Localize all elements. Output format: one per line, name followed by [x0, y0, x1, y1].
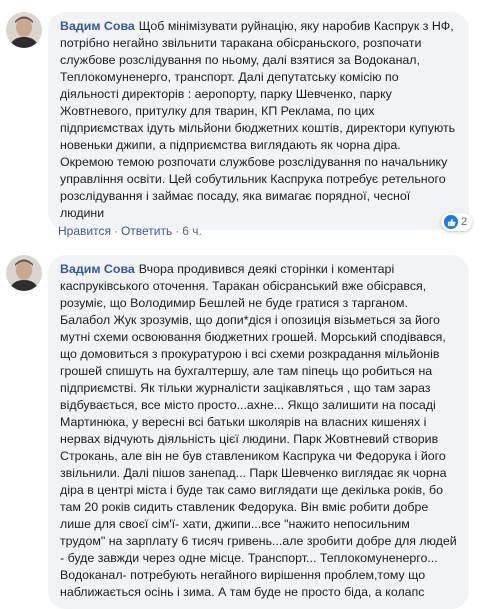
separator: · [175, 224, 180, 238]
comment-time[interactable]: 6 ч. [182, 224, 202, 238]
avatar-photo-icon [6, 255, 42, 291]
reaction-count: 2 [461, 216, 468, 228]
avatar-photo-icon [6, 12, 42, 48]
reaction-badge[interactable]: 2 [441, 213, 473, 231]
avatar[interactable] [6, 12, 42, 48]
reply-link[interactable]: Ответить [121, 224, 172, 238]
comment-bubble: Вадим Сова Вчора продивився деякі сторінк… [48, 255, 469, 609]
separator: · [113, 224, 118, 238]
comment-author[interactable]: Вадим Сова [60, 19, 135, 33]
comment-actions: Нравится · Ответить · 6 ч. [58, 223, 202, 239]
comment-bubble: Вадим Сова Щоб мінімізувати руйнацію, яку… [48, 12, 469, 230]
avatar[interactable] [6, 255, 42, 291]
like-link[interactable]: Нравится [58, 224, 111, 238]
thumbs-up-icon [444, 215, 458, 229]
comment-text: Щоб мінімізувати руйнацію, яку наробив К… [60, 19, 456, 220]
comment-author[interactable]: Вадим Сова [60, 262, 135, 276]
comment-text: Вчора продивився деякі сторінки і комент… [60, 262, 457, 599]
